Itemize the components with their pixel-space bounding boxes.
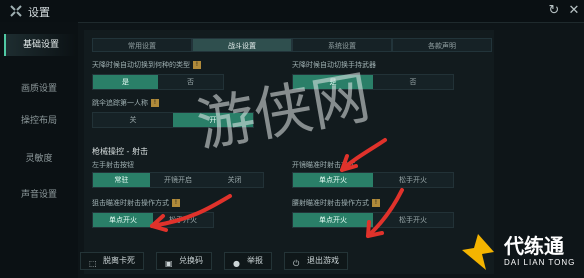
window-title: 设置 — [28, 6, 50, 19]
redeem-code-button[interactable]: ▣ 兑换码 — [156, 252, 212, 270]
report-button[interactable]: ● 举报 — [224, 252, 272, 270]
sidebar: 基础设置 画质设置 操控布局 灵敏度 声音设置 — [0, 22, 78, 278]
settings-panel: 常用设置 战斗设置 系统设置 各款声明 天降时候自动切换到何种的类型! 是 否 … — [84, 30, 494, 274]
unstuck-icon: ⬚ — [89, 259, 97, 268]
help-icon[interactable]: ! — [172, 199, 180, 207]
tab-terms[interactable]: 各款声明 — [392, 38, 492, 52]
bottom-bar: ⬚ 脱离卡死 ▣ 兑换码 ● 举报 ⏻ 退出游戏 — [80, 252, 510, 272]
unstuck-button[interactable]: ⬚ 脱离卡死 — [80, 252, 144, 270]
setting-label: 腰射瞄准时射击操作方式! — [292, 198, 380, 208]
option-tap-fire[interactable]: 单点开火 — [293, 173, 373, 187]
help-icon[interactable]: ! — [151, 99, 159, 107]
option-scope[interactable]: 开镜开启 — [150, 173, 207, 187]
exit-game-button[interactable]: ⏻ 退出游戏 — [284, 252, 348, 270]
setting-label: 跳伞追踪第一人称! — [92, 98, 159, 108]
settings-tabs: 常用设置 战斗设置 系统设置 各款声明 — [92, 38, 492, 52]
option-release-fire[interactable]: 松手开火 — [373, 213, 453, 227]
help-icon[interactable]: ! — [193, 61, 201, 69]
option-yes[interactable]: 是 — [93, 75, 158, 89]
refresh-icon[interactable]: ↻ — [546, 3, 562, 19]
toggle-s1: 是 否 — [92, 74, 224, 90]
option-tap-fire[interactable]: 单点开火 — [293, 213, 373, 227]
option-yes[interactable]: 是 — [293, 75, 373, 89]
toggle-s7: 单点开火 松手开火 — [292, 212, 454, 228]
close-icon[interactable]: ✕ — [566, 3, 582, 19]
tab-combat[interactable]: 战斗设置 — [192, 38, 292, 52]
sidebar-item-sensitivity[interactable]: 灵敏度 — [4, 148, 74, 170]
option-always[interactable]: 常驻 — [93, 173, 150, 187]
setting-label: 天降时候自动切换手持武器 — [292, 61, 376, 69]
option-off[interactable]: 关 — [93, 113, 173, 127]
report-icon: ● — [233, 259, 240, 268]
sidebar-item-basic[interactable]: 基础设置 — [4, 34, 76, 56]
option-release-fire[interactable]: 松手开火 — [373, 173, 453, 187]
title-bar: 设置 ↻ ✕ — [0, 0, 584, 23]
sidebar-item-graphics[interactable]: 画质设置 — [4, 78, 74, 100]
option-tap-fire[interactable]: 单点开火 — [93, 213, 153, 227]
exit-icon: ⏻ — [293, 259, 300, 268]
toggle-s6: 单点开火 松手开火 — [92, 212, 214, 228]
tab-common[interactable]: 常用设置 — [92, 38, 192, 52]
option-release-fire[interactable]: 松手开火 — [153, 213, 213, 227]
brand-name: 代练通 — [504, 236, 564, 258]
sidebar-item-controls[interactable]: 操控布局 — [4, 110, 74, 132]
section-title: 枪械操控 - 射击 — [92, 147, 148, 156]
toggle-s2: 是 否 — [292, 74, 454, 90]
brand-logo: 代练通 DAI LIAN TONG — [456, 226, 584, 278]
option-on[interactable]: 开 — [173, 113, 253, 127]
setting-label: 开镜瞄准时射击方式 — [292, 161, 355, 169]
option-off[interactable]: 关闭 — [206, 173, 263, 187]
brand-subtitle: DAI LIAN TONG — [504, 258, 576, 267]
toggle-s4: 常驻 开镜开启 关闭 — [92, 172, 264, 188]
brand-icon — [462, 234, 494, 270]
tab-system[interactable]: 系统设置 — [292, 38, 392, 52]
toggle-s3: 关 开 — [92, 112, 254, 128]
setting-label: 天降时候自动切换到何种的类型! — [92, 60, 201, 70]
setting-label: 左手射击按钮 — [92, 161, 134, 169]
settings-icon — [10, 5, 22, 17]
option-no[interactable]: 否 — [158, 75, 223, 89]
toggle-s5: 单点开火 松手开火 — [292, 172, 454, 188]
help-icon[interactable]: ! — [372, 199, 380, 207]
sidebar-item-sound[interactable]: 声音设置 — [4, 184, 74, 206]
option-no[interactable]: 否 — [373, 75, 453, 89]
gift-icon: ▣ — [165, 259, 173, 268]
setting-label: 狙击瞄准时射击操作方式! — [92, 198, 180, 208]
